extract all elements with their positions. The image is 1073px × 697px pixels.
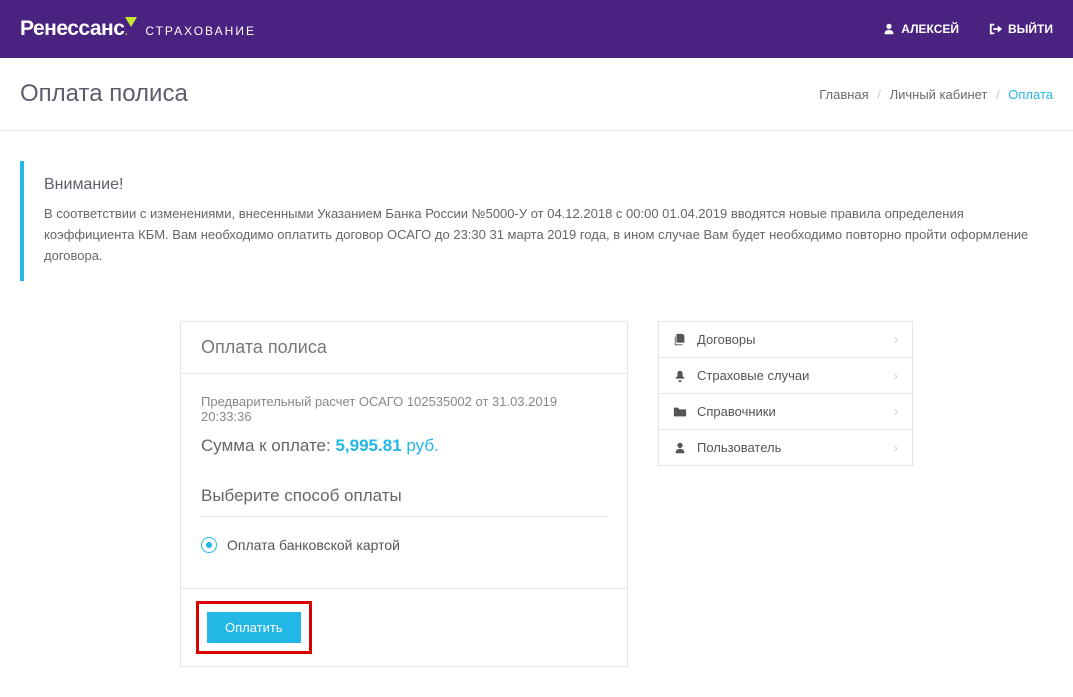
page-title: Оплата полиса bbox=[20, 80, 188, 108]
logo-brand: Ренессанс. bbox=[20, 17, 137, 41]
pay-button-highlight: Оплатить bbox=[196, 601, 312, 654]
chevron-right-icon: › bbox=[894, 404, 898, 419]
page-header: Оплата полиса Главная / Личный кабинет /… bbox=[0, 58, 1073, 131]
sidebar-item-label: Договоры bbox=[697, 332, 755, 347]
sidebar-item-references[interactable]: Справочники › bbox=[659, 394, 912, 430]
sidebar-item-insurance-cases[interactable]: Страховые случаи › bbox=[659, 358, 912, 394]
bell-icon bbox=[673, 369, 687, 383]
user-icon bbox=[882, 22, 896, 36]
logo-subtitle: СТРАХОВАНИЕ bbox=[145, 24, 256, 38]
user-name-label: АЛЕКСЕЙ bbox=[901, 22, 959, 36]
sidebar-item-label: Справочники bbox=[697, 404, 776, 419]
alert-box: Внимание! В соответствии с изменениями, … bbox=[20, 161, 1053, 281]
user-icon bbox=[673, 441, 687, 455]
logo[interactable]: Ренессанс. СТРАХОВАНИЕ bbox=[20, 17, 256, 41]
payment-method-title: Выберите способ оплаты bbox=[201, 486, 607, 517]
sidebar-item-label: Страховые случаи bbox=[697, 368, 809, 383]
sum-currency: руб. bbox=[406, 436, 438, 455]
logout-icon bbox=[989, 22, 1003, 36]
breadcrumb-current: Оплата bbox=[1008, 87, 1053, 102]
chevron-right-icon: › bbox=[894, 440, 898, 455]
top-header: Ренессанс. СТРАХОВАНИЕ АЛЕКСЕЙ ВЫЙТИ bbox=[0, 0, 1073, 58]
breadcrumb-account[interactable]: Личный кабинет bbox=[890, 87, 988, 102]
copy-icon bbox=[673, 333, 687, 347]
sum-amount: 5,995.81 bbox=[335, 436, 401, 455]
radio-selected-icon bbox=[201, 537, 217, 553]
calc-info: Предварительный расчет ОСАГО 102535002 о… bbox=[201, 394, 607, 424]
sidebar-item-user[interactable]: Пользователь › bbox=[659, 430, 912, 465]
chevron-right-icon: › bbox=[894, 368, 898, 383]
payment-method-card[interactable]: Оплата банковской картой bbox=[201, 537, 607, 553]
sum-line: Сумма к оплате: 5,995.81 руб. bbox=[201, 436, 607, 456]
user-link[interactable]: АЛЕКСЕЙ bbox=[882, 22, 959, 36]
alert-title: Внимание! bbox=[44, 176, 1033, 194]
panel-title: Оплата полиса bbox=[181, 322, 627, 374]
logout-link[interactable]: ВЫЙТИ bbox=[989, 22, 1053, 36]
sidebar-item-contracts[interactable]: Договоры › bbox=[659, 322, 912, 358]
alert-body: В соответствии с изменениями, внесенными… bbox=[44, 204, 1033, 266]
breadcrumb: Главная / Личный кабинет / Оплата bbox=[819, 87, 1053, 102]
pay-button[interactable]: Оплатить bbox=[207, 612, 301, 643]
breadcrumb-home[interactable]: Главная bbox=[819, 87, 868, 102]
chevron-right-icon: › bbox=[894, 332, 898, 347]
logout-label: ВЫЙТИ bbox=[1008, 22, 1053, 36]
payment-method-label: Оплата банковской картой bbox=[227, 537, 400, 553]
folder-icon bbox=[673, 405, 687, 419]
payment-panel: Оплата полиса Предварительный расчет ОСА… bbox=[180, 321, 628, 667]
sidebar-item-label: Пользователь bbox=[697, 440, 781, 455]
sidebar-menu: Договоры › Страховые случаи › Справочник… bbox=[658, 321, 913, 466]
sum-label: Сумма к оплате: bbox=[201, 436, 335, 455]
